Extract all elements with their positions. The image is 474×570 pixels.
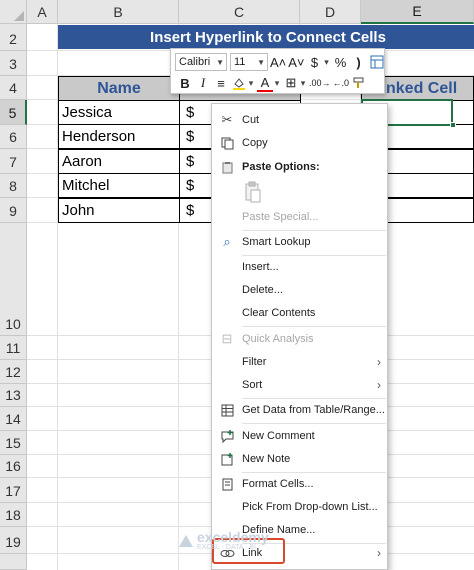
column-header-c[interactable]: C <box>179 0 300 24</box>
row-header-2[interactable]: 2 <box>0 24 27 51</box>
row-header-3[interactable]: 3 <box>0 51 27 76</box>
row-header-16[interactable]: 16 <box>0 455 27 478</box>
menu-item-get-data[interactable]: Get Data from Table/Range... <box>212 399 387 421</box>
row-header-11[interactable]: 11 <box>0 336 27 360</box>
menu-item-format-cells[interactable]: Format Cells... <box>212 473 387 495</box>
watermark-subtitle: EXCEL · DATA · BI <box>197 544 256 551</box>
row-header-12[interactable]: 12 <box>0 360 27 384</box>
chevron-down-icon: ▼ <box>216 57 224 67</box>
menu-item-clear-contents[interactable]: Clear Contents <box>212 302 387 324</box>
table-icon <box>212 404 242 417</box>
chevron-down-icon[interactable]: ▾ <box>247 74 255 92</box>
name-cell[interactable]: Henderson <box>58 124 180 149</box>
row-header-15[interactable]: 15 <box>0 431 27 455</box>
name-cell[interactable]: Aaron <box>58 149 180 174</box>
mini-toolbar: Calibri ▼ 11 ▼ A˄ A˅ $ ▾ % ) B I ≡ ▾ A ▾… <box>170 48 385 94</box>
column-header-b[interactable]: B <box>58 0 179 24</box>
column-header-d[interactable]: D <box>300 0 361 24</box>
menu-item-pick-from-dropdown[interactable]: Pick From Drop-down List... <box>212 496 387 518</box>
row-header-20[interactable] <box>0 554 27 570</box>
clipboard-icon <box>212 161 242 174</box>
new-comment-icon <box>212 429 242 443</box>
quick-analysis-icon: ⊟ <box>221 331 233 346</box>
row-header-6[interactable]: 6 <box>0 125 27 149</box>
name-cell[interactable]: Jessica <box>58 100 180 125</box>
menu-item-new-comment[interactable]: New Comment <box>212 425 387 447</box>
menu-item-smart-lookup[interactable]: ⌕ Smart Lookup <box>212 231 387 253</box>
font-size-box[interactable]: 11 ▼ <box>230 53 268 71</box>
menu-item-cut[interactable]: ✂ Cut <box>212 109 387 131</box>
borders-button[interactable]: ⊞ <box>283 74 299 92</box>
fill-color-icon[interactable] <box>231 74 247 92</box>
menu-item-paste-special[interactable]: Paste Special... <box>212 206 387 228</box>
menu-item-sort[interactable]: Sort › <box>212 374 387 396</box>
context-menu: ✂ Cut Copy Paste Options: Paste Special.… <box>211 103 388 570</box>
select-all-corner[interactable] <box>0 0 27 24</box>
format-painter-icon[interactable] <box>351 74 367 92</box>
row-header-9[interactable]: 9 <box>0 198 27 223</box>
sheet-title[interactable]: Insert Hyperlink to Connect Cells <box>58 25 474 49</box>
font-name-value: Calibri <box>179 56 211 68</box>
name-cell[interactable]: Mitchel <box>58 173 180 198</box>
row-header-14[interactable]: 14 <box>0 407 27 431</box>
chevron-right-icon: › <box>377 355 381 369</box>
copy-icon <box>212 137 242 150</box>
column-header-a[interactable]: A <box>27 0 58 24</box>
menu-item-insert[interactable]: Insert... <box>212 256 387 278</box>
grow-font-button[interactable]: A˄ <box>270 53 286 71</box>
chevron-down-icon[interactable]: ▾ <box>299 74 307 92</box>
paste-clipboard-icon[interactable] <box>244 181 262 205</box>
row-header-13[interactable]: 13 <box>0 384 27 407</box>
chevron-down-icon[interactable]: ▾ <box>323 53 331 71</box>
font-size-value: 11 <box>234 56 246 68</box>
decrease-decimal-button[interactable]: ←.0 <box>333 74 350 92</box>
watermark-name: exceldemy <box>197 529 269 545</box>
row-header-7[interactable]: 7 <box>0 149 27 174</box>
align-button[interactable]: ≡ <box>213 74 229 92</box>
row-header-10[interactable]: 10 <box>0 223 27 336</box>
new-note-icon <box>212 452 242 466</box>
header-name-cell[interactable]: Name <box>58 76 180 101</box>
menu-item-delete[interactable]: Delete... <box>212 279 387 301</box>
menu-item-filter[interactable]: Filter › <box>212 351 387 373</box>
scissors-icon: ✂ <box>221 112 233 127</box>
row-header-8[interactable]: 8 <box>0 174 27 198</box>
menu-item-copy[interactable]: Copy <box>212 132 387 154</box>
chevron-down-icon[interactable]: ▾ <box>273 74 281 92</box>
chevron-right-icon: › <box>377 546 381 560</box>
watermark-logo-icon <box>179 534 193 547</box>
chevron-down-icon: ▼ <box>257 57 265 67</box>
chevron-right-icon: › <box>377 378 381 392</box>
exceldemy-watermark: exceldemy EXCEL · DATA · BI <box>178 530 269 551</box>
bold-button[interactable]: B <box>177 74 193 92</box>
row-header-4[interactable]: 4 <box>0 76 27 100</box>
increase-decimal-button[interactable]: .00→ <box>309 74 331 92</box>
italic-button[interactable]: I <box>195 74 211 92</box>
column-header-e[interactable]: E <box>361 0 474 24</box>
row-header-19[interactable]: 19 <box>0 527 27 554</box>
name-cell[interactable]: John <box>58 198 180 223</box>
fill-handle[interactable] <box>450 122 456 128</box>
menu-item-new-note[interactable]: New Note <box>212 448 387 470</box>
comma-style-button[interactable]: ) <box>351 53 367 71</box>
format-cells-icon <box>212 478 242 491</box>
format-painter-table-icon[interactable] <box>369 53 385 71</box>
row-header-5[interactable]: 5 <box>0 100 27 125</box>
currency-format-button[interactable]: $ <box>307 53 323 71</box>
font-color-button[interactable]: A <box>257 74 273 92</box>
search-icon: ⌕ <box>223 234 231 249</box>
shrink-font-button[interactable]: A˅ <box>288 53 304 71</box>
row-header-18[interactable]: 18 <box>0 503 27 527</box>
percent-style-button[interactable]: % <box>333 53 349 71</box>
row-header-17[interactable]: 17 <box>0 478 27 503</box>
menu-item-quick-analysis[interactable]: ⊟ Quick Analysis <box>212 328 387 350</box>
menu-item-paste-options: Paste Options: <box>212 156 387 178</box>
font-name-box[interactable]: Calibri ▼ <box>175 53 227 71</box>
